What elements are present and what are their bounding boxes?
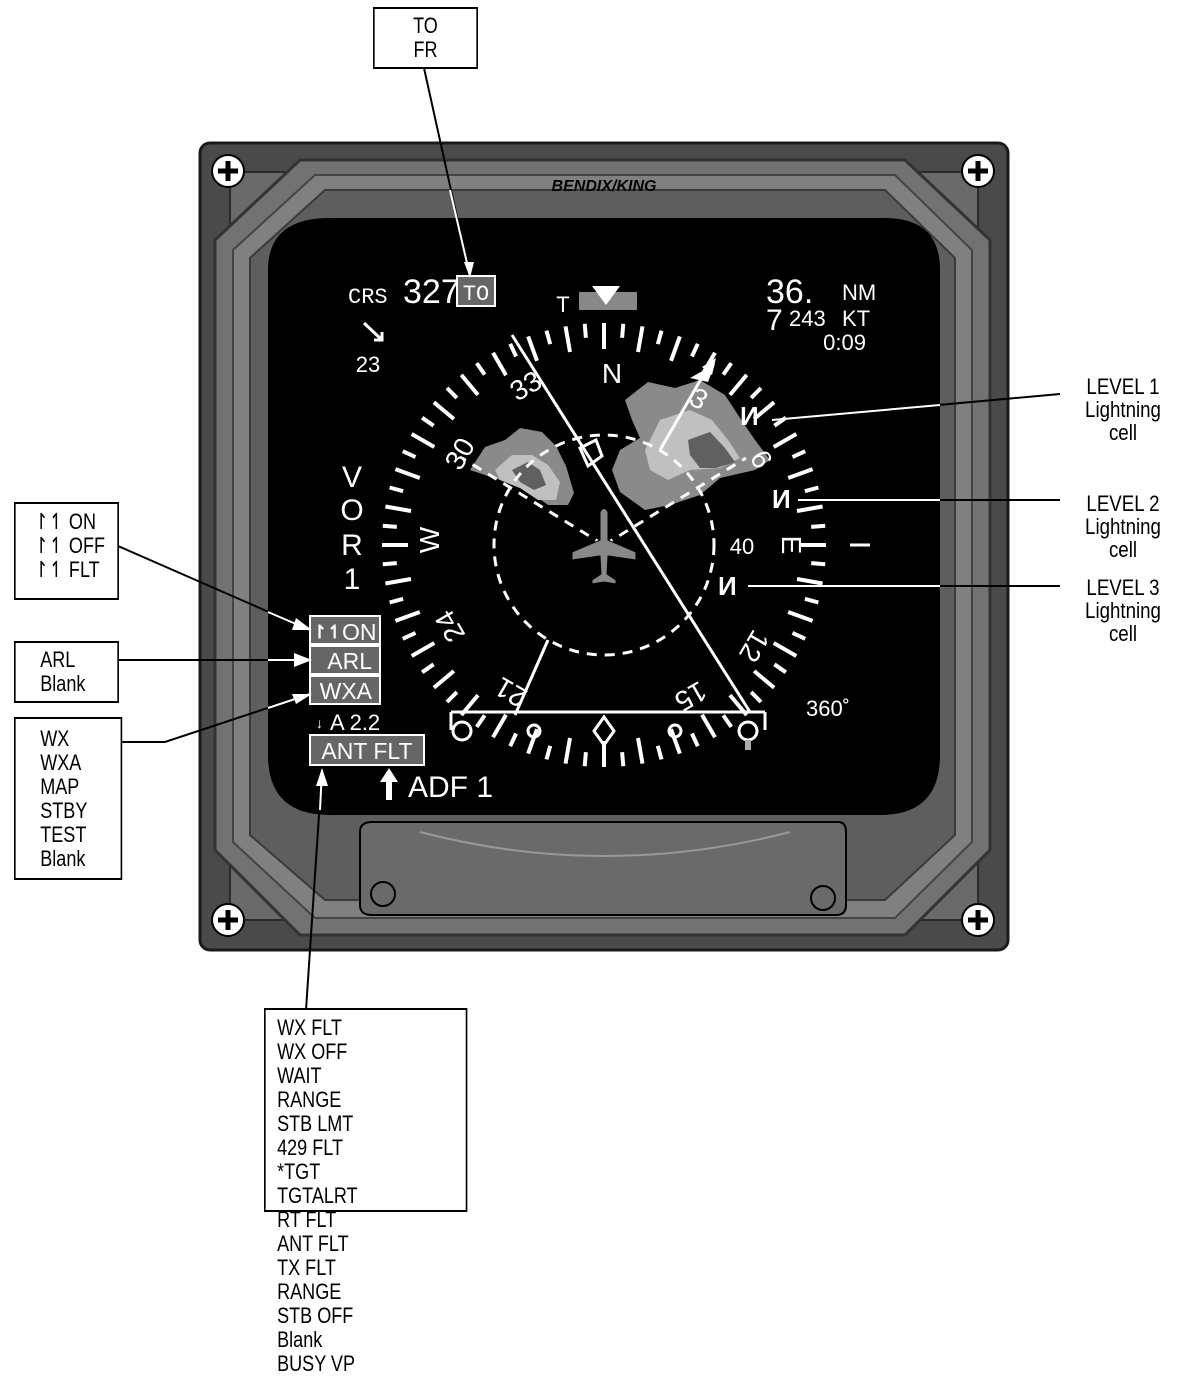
compass-tick <box>582 752 588 767</box>
screw-icon <box>211 903 245 937</box>
wx-mode-item: WX <box>40 726 70 751</box>
wx-mode-item: STBY <box>40 798 88 823</box>
fault-message: STB LMT <box>277 1111 354 1136</box>
lightning-status-icon: ↾↿ <box>312 622 342 642</box>
fault-message: RANGE <box>277 1087 342 1112</box>
compass-tick <box>620 323 626 338</box>
brand-logo: BENDIX/KING <box>552 178 657 195</box>
screw-icon <box>211 154 245 188</box>
svg-text:↓: ↓ <box>316 715 323 731</box>
lightning-mode-off: OFF <box>68 533 106 558</box>
lightning-mode-on: ON <box>68 509 96 534</box>
ground-speed: 243 <box>789 306 826 331</box>
fault-message: 429 FLT <box>277 1135 343 1160</box>
screw-icon <box>961 154 995 188</box>
sector-label: 360˚ <box>806 696 850 721</box>
heading-n: N <box>602 358 622 389</box>
wx-mode-item: WXA <box>40 750 82 775</box>
bearing-source: ADF 1 <box>408 771 493 804</box>
fault-message: WAIT <box>277 1063 322 1088</box>
fault-column-right: RT FLT ANT FLT TX FLT RANGE STB OFF Blan… <box>277 1208 466 1376</box>
wx-mode-item: Blank <box>40 846 86 871</box>
crs-value: 327 <box>403 273 460 311</box>
arl-line-2: Blank <box>40 671 86 696</box>
to-fr-line-2: FR <box>413 37 438 62</box>
time-to-go: 0:09 <box>823 330 866 355</box>
fault-message: Blank <box>277 1327 323 1352</box>
fault-message: ANT FLT <box>277 1231 349 1256</box>
wx-mode-item: TEST <box>40 822 87 847</box>
fault-message: TGTALRT <box>277 1183 358 1208</box>
fault-message: RANGE <box>277 1279 342 1304</box>
nav-source-1: 1 <box>344 563 361 596</box>
compass-tick <box>620 752 626 767</box>
heading-w: W <box>414 526 445 553</box>
compass-tick <box>382 523 397 529</box>
lightning-label-level-3: LEVEL 3 Lightning cell <box>1085 575 1161 646</box>
compass-tick <box>811 523 826 529</box>
bearing-value: 23 <box>356 352 380 377</box>
heading-e: E <box>776 536 807 555</box>
fault-messages-callout: WX FLT WX OFF WAIT RANGE STB LMT 429 FLT… <box>264 1008 468 1376</box>
wxa-box-label: WXA <box>320 678 373 704</box>
compass-tick <box>382 561 397 567</box>
fault-message: *TGT <box>277 1159 321 1184</box>
fault-message: RT FLT <box>277 1207 337 1232</box>
to-fr-line-1: TO <box>413 13 438 38</box>
lightning-level-2-icon: И <box>772 484 791 514</box>
screw-icon <box>961 903 995 937</box>
lightning-icon: ↾↿ <box>33 533 69 558</box>
wx-modes-callout: WX WXA MAP STBY TEST Blank <box>14 717 123 880</box>
lightning-modes-callout: ↾↿ ON ↾↿ OFF ↾↿ FLT <box>14 502 119 600</box>
lightning-label-level-1: LEVEL 1 Lightning cell <box>1085 374 1161 445</box>
distance-unit: NM <box>842 280 876 305</box>
fault-box-label: ANT FLT <box>321 738 412 764</box>
compass-tick <box>811 561 826 567</box>
fault-message: WX FLT <box>277 1015 342 1040</box>
range-ring-label: 40 <box>730 534 754 559</box>
nav-source-v: V <box>342 461 362 494</box>
arl-line-1: ARL <box>40 647 76 672</box>
instrument-diagram: BENDIX/KING И И И N 33 30 3 6 W E 24 12 … <box>117 67 1061 1011</box>
distance-decimal: 7 <box>766 304 783 337</box>
lightning-label-level-2: LEVEL 2 Lightning cell <box>1085 491 1161 562</box>
fault-message: WX OFF <box>277 1039 348 1064</box>
lightning-level-1-icon: И <box>740 401 759 431</box>
nav-source-r: R <box>341 529 363 562</box>
fault-column-left: WX FLT WX OFF WAIT RANGE STB LMT 429 FLT… <box>277 1016 374 1208</box>
fault-message: TX FLT <box>277 1255 336 1280</box>
fault-message: STB OFF <box>277 1303 354 1328</box>
wx-mode-item: MAP <box>40 774 80 799</box>
to-flag: TO <box>463 282 489 307</box>
to-fr-callout: TO FR <box>373 7 478 69</box>
fault-message: BUSY VP <box>277 1351 356 1376</box>
speed-unit: KT <box>842 306 870 331</box>
crs-label: CRS <box>348 285 388 310</box>
lightning-status: ON <box>342 619 377 645</box>
antenna-tilt: A 2.2 <box>330 710 380 735</box>
lightning-icon: ↾↿ <box>33 509 69 534</box>
lightning-mode-flt: FLT <box>68 557 100 582</box>
arl-box-label: ARL <box>327 648 372 674</box>
true-marker: T <box>556 292 569 317</box>
lightning-level-3-icon: И <box>718 571 737 601</box>
arl-callout: ARL Blank <box>14 641 119 703</box>
compass-tick <box>582 323 588 338</box>
lightning-icon: ↾↿ <box>33 557 69 582</box>
nav-source-o: O <box>340 494 363 527</box>
